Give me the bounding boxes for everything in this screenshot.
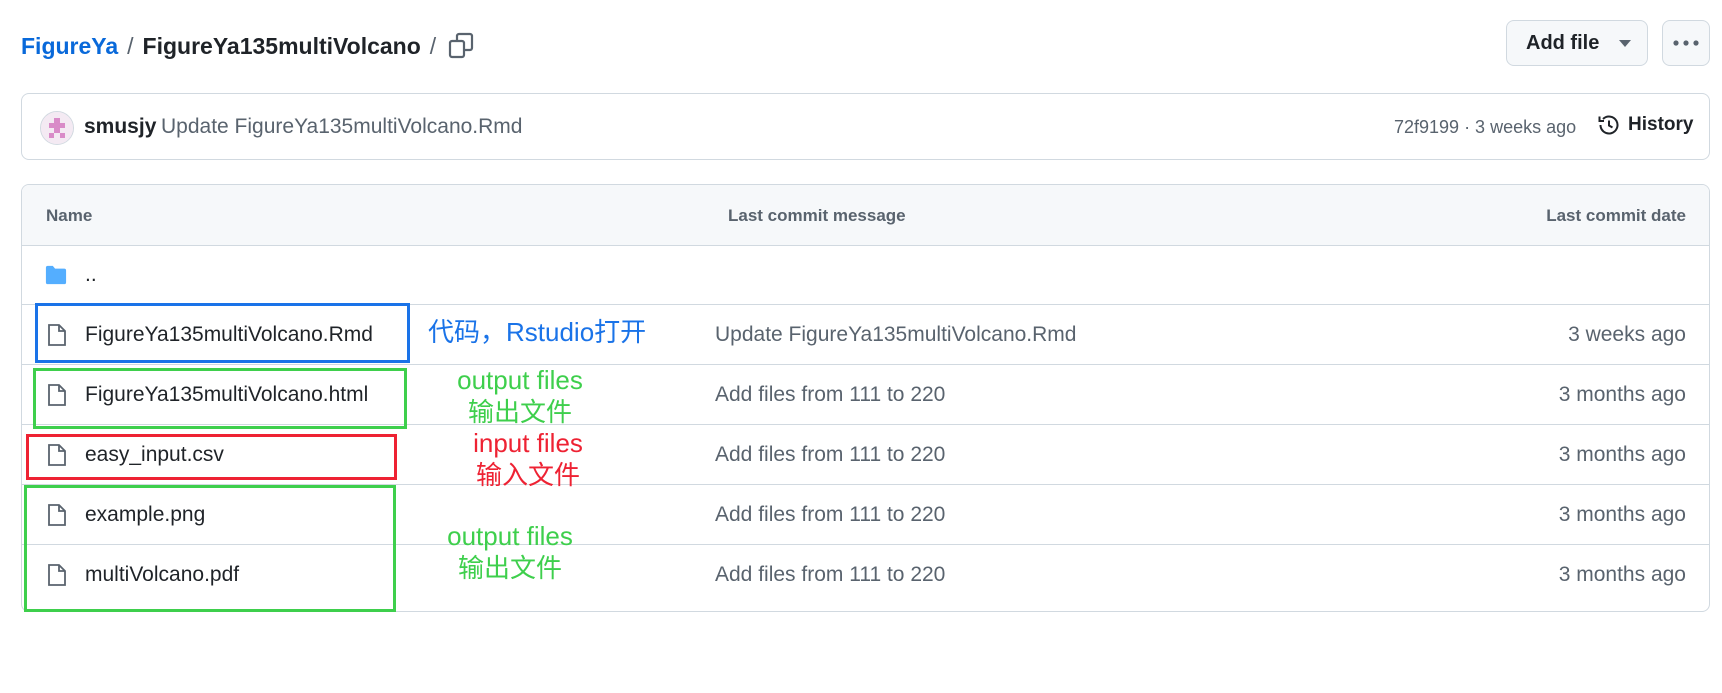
file-commit-date: 3 weeks ago: [1568, 323, 1686, 346]
file-commit-date: 3 months ago: [1558, 443, 1686, 466]
annotation-box-code: [35, 303, 410, 363]
file-commit-date: 3 months ago: [1558, 563, 1686, 586]
breadcrumb-separator: /: [429, 32, 437, 59]
add-file-label: Add file: [1526, 31, 1600, 54]
commit-author-link[interactable]: smusjy: [84, 115, 156, 139]
annotation-output-label: output files 输出文件: [440, 364, 600, 428]
history-icon: [1598, 115, 1619, 135]
parent-directory-link[interactable]: ..: [85, 263, 97, 287]
annotation-output-text-en: output files: [457, 365, 583, 395]
history-label: History: [1628, 114, 1694, 135]
latest-commit-bar: smusjy Update FigureYa135multiVolcano.Rm…: [21, 93, 1710, 160]
copy-path-button[interactable]: [446, 30, 476, 62]
file-commit-date: 3 months ago: [1558, 503, 1686, 526]
file-commit-date: 3 months ago: [1558, 383, 1686, 406]
commit-hash-and-time[interactable]: 72f9199 · 3 weeks ago: [1394, 117, 1576, 138]
annotation-output-text-zh: 输出文件: [457, 553, 562, 583]
annotation-input-label: input files 输入文件: [448, 427, 608, 491]
breadcrumb-separator: /: [127, 32, 134, 59]
commit-message-link[interactable]: Update FigureYa135multiVolcano.Rmd: [161, 115, 522, 139]
file-commit-message-link[interactable]: Update FigureYa135multiVolcano.Rmd: [715, 323, 1076, 347]
table-header: Name Last commit message Last commit dat…: [22, 185, 1709, 246]
annotation-code-label: 代码，Rstudio打开: [428, 317, 647, 347]
copy-icon: [448, 32, 474, 59]
parent-directory-row[interactable]: ..: [22, 245, 1709, 305]
avatar-icon[interactable]: [40, 111, 74, 145]
file-commit-message-link[interactable]: Add files from 111 to 220: [715, 443, 945, 467]
annotation-output-text-en: output files: [447, 521, 573, 551]
kebab-icon: [1673, 40, 1699, 46]
annotation-box-output-html: [33, 368, 407, 429]
dropdown-caret-icon: [1619, 40, 1631, 47]
more-options-button[interactable]: [1662, 20, 1710, 66]
annotation-box-input: [26, 434, 397, 480]
folder-icon: [45, 265, 67, 285]
breadcrumb-current-folder: FigureYa135multiVolcano: [142, 32, 421, 59]
annotation-box-output-files: [24, 485, 396, 612]
annotation-input-text-zh: 输入文件: [475, 460, 580, 490]
column-header-message: Last commit message: [728, 206, 906, 225]
file-commit-message-link[interactable]: Add files from 111 to 220: [715, 383, 945, 407]
column-header-name: Name: [46, 206, 93, 225]
add-file-button[interactable]: Add file: [1506, 20, 1648, 66]
history-button[interactable]: History: [1597, 113, 1693, 137]
annotation-input-text-en: input files: [473, 428, 583, 458]
annotation-output-text-zh: 输出文件: [467, 397, 572, 427]
breadcrumb: FigureYa / FigureYa135multiVolcano /: [21, 28, 445, 64]
file-commit-message-link[interactable]: Add files from 111 to 220: [715, 563, 945, 587]
file-commit-message-link[interactable]: Add files from 111 to 220: [715, 503, 945, 527]
annotation-output-label: output files 输出文件: [430, 520, 590, 584]
column-header-date: Last commit date: [1546, 206, 1686, 225]
breadcrumb-repo-link[interactable]: FigureYa: [21, 33, 118, 60]
